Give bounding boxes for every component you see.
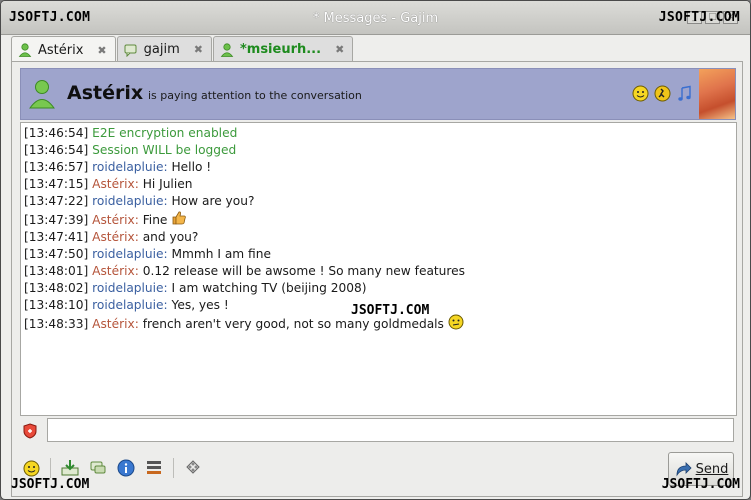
contact-info-button[interactable] [115,457,137,479]
message-text: Yes, yes ! [171,298,229,312]
message-line: [13:47:22] roidelapluie: How are you? [24,193,736,210]
toolbar-separator [173,458,174,478]
timestamp: [13:48:02] [24,281,89,295]
message-input-row [12,418,742,444]
history-button[interactable] [143,457,165,479]
mood-smiley-icon [632,85,649,102]
timestamp: [13:47:15] [24,177,89,191]
contact-status-icons [632,85,693,102]
contact-avatar[interactable] [699,69,735,119]
timestamp: [13:46:54] [24,126,89,140]
convert-to-groupchat-button[interactable] [87,457,109,479]
message-text: I am watching TV (beijing 2008) [171,281,367,295]
nickname: Astérix: [92,230,139,244]
send-file-icon [61,460,79,476]
history-icon [147,461,161,474]
status-message: E2E encryption enabled [92,126,238,140]
send-arrow-icon [676,462,692,477]
message-text: Hi Julien [142,177,193,191]
nickname: roidelapluie: [92,281,168,295]
toolbar-separator [50,458,51,478]
title-bar: JSOFTJ.COM * Messages - Gajim _ □ × JSOF… [1,1,750,35]
status-message: Session WILL be logged [92,143,237,157]
emoticons-button[interactable] [20,457,42,479]
tab-label: gajim [143,42,180,57]
watermark: JSOFTJ.COM [351,303,430,318]
contact-banner: Astérix is paying attention to the conve… [20,68,736,120]
message-line: [13:48:01] Astérix: 0.12 release will be… [24,263,736,280]
timestamp: [13:46:54] [24,143,89,157]
message-text: 0.12 release will be awsome ! So many ne… [142,264,466,278]
emoticons-icon [23,460,39,476]
chat-state-text: is paying attention to the conversation [148,89,362,102]
conversation-icon [90,461,106,474]
online-user-icon [220,42,234,57]
timestamp: [13:46:57] [24,160,89,174]
close-tab-icon[interactable]: ✖ [335,43,344,56]
send-label: Send [695,461,729,477]
message-line: [13:47:15] Astérix: Hi Julien [24,176,736,193]
message-line: [13:47:50] roidelapluie: Mmmh I am fine [24,246,736,263]
nickname: roidelapluie: [92,247,168,261]
chat-icon [124,44,137,57]
message-text: and you? [142,230,199,244]
conversation-view[interactable]: [13:46:54] E2E encryption enabled [13:46… [20,122,737,416]
timestamp: [13:47:39] [24,213,89,227]
tab-label: *msieurh... [239,42,322,57]
tab-msieurh[interactable]: *msieurh... ✖ [212,36,354,62]
timestamp: [13:48:10] [24,298,89,312]
music-note-icon [678,85,691,101]
nickname: Astérix: [92,177,139,191]
message-text: Fine [142,213,168,227]
tab-label: Astérix [38,42,84,58]
online-user-icon [29,80,55,109]
timestamp: [13:47:41] [24,230,89,244]
watermark: JSOFTJ.COM [661,477,740,492]
timestamp: [13:48:01] [24,264,89,278]
close-tab-icon[interactable]: ✖ [97,44,106,57]
message-line: [13:46:57] roidelapluie: Hello ! [24,159,736,176]
timestamp: [13:47:22] [24,194,89,208]
send-file-button[interactable] [59,457,81,479]
nickname: roidelapluie: [92,298,168,312]
watermark: JSOFTJ.COM [658,10,740,25]
chat-window: JSOFTJ.COM * Messages - Gajim _ □ × JSOF… [0,0,751,500]
contact-name: Astérix [67,82,144,104]
close-tab-icon[interactable]: ✖ [194,43,203,56]
message-line: [13:46:54] E2E encryption enabled [24,125,736,142]
window-title: * Messages - Gajim [312,11,439,26]
actions-icon [186,460,200,474]
info-icon [117,459,135,477]
tab-gajim[interactable]: gajim ✖ [116,36,212,62]
message-input[interactable] [47,418,734,442]
tab-bar: Astérix ✖ gajim ✖ *msieurh... ✖ [11,36,354,63]
encryption-state-icon[interactable] [23,423,37,439]
nickname: Astérix: [92,264,139,278]
watermark: JSOFTJ.COM [11,477,90,492]
message-line: [13:48:02] roidelapluie: I am watching T… [24,280,736,297]
timestamp: [13:48:33] [24,317,89,331]
timestamp: [13:47:50] [24,247,89,261]
online-user-icon [18,43,32,57]
message-line: [13:47:41] Astérix: and you? [24,229,736,246]
nickname: roidelapluie: [92,160,168,174]
message-line: [13:46:54] Session WILL be logged [24,142,736,159]
tab-asterix[interactable]: Astérix ✖ [11,36,116,63]
confused-smiley-icon [448,314,464,330]
message-text: Mmmh I am fine [171,247,271,261]
nickname: Astérix: [92,317,139,331]
message-text: french aren't very good, not so many gol… [142,317,444,331]
activity-icon [654,85,671,102]
nickname: roidelapluie: [92,194,168,208]
conversation-panel: Astérix is paying attention to the conve… [11,61,743,497]
message-text: Hello ! [171,160,212,174]
message-line: [13:47:39] Astérix: Fine [24,210,736,229]
message-text: How are you? [171,194,255,208]
thumbs-up-icon [173,211,187,225]
nickname: Astérix: [92,213,139,227]
actions-button[interactable] [182,457,204,479]
